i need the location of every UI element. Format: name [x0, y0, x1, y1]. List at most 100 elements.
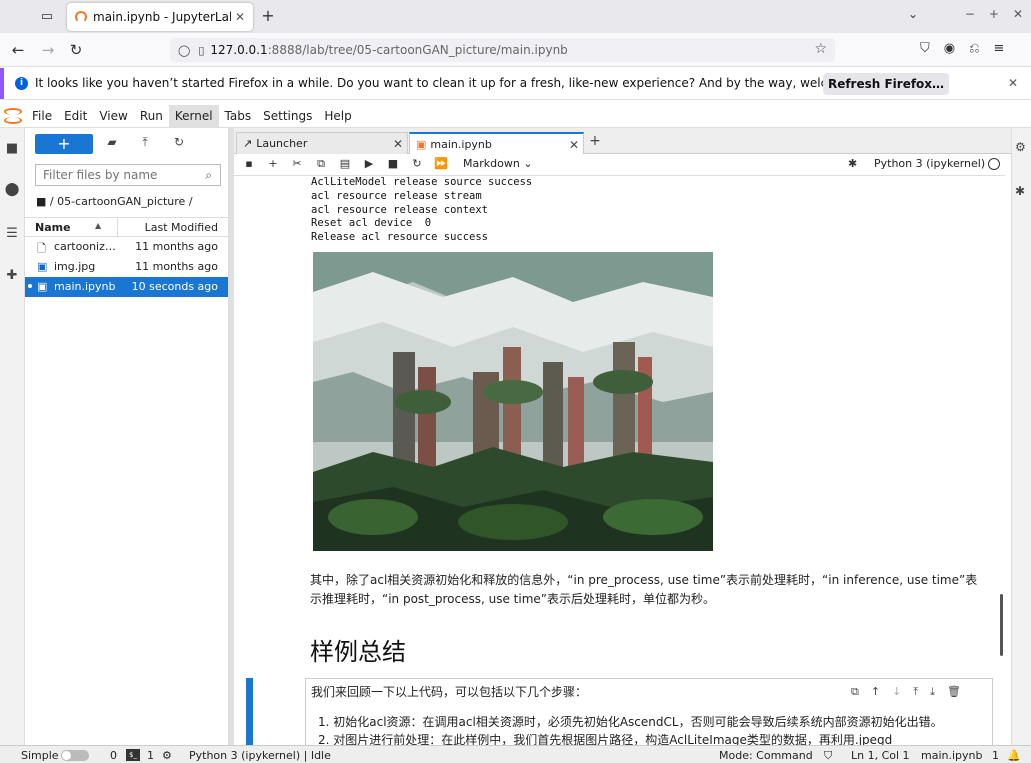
terminal-count: 0	[110, 749, 117, 762]
bookmark-star-icon[interactable]: ☆	[814, 41, 827, 57]
simple-mode-label: Simple	[21, 749, 59, 762]
account-icon[interactable]: ◉	[944, 41, 955, 56]
column-modified[interactable]: Last Modified	[145, 221, 218, 234]
forward-icon[interactable]: →	[38, 41, 58, 59]
sort-asc-icon[interactable]: ▲	[95, 221, 101, 230]
menu-view[interactable]: View	[93, 105, 133, 127]
shield-icon: ◯	[178, 43, 191, 57]
tab-notebook-label: main.ipynb	[430, 138, 492, 151]
cell-output-text: AclLiteModel release source success acl …	[311, 176, 533, 244]
bell-icon[interactable]: 🔔	[1007, 749, 1021, 762]
duplicate-icon[interactable]: ⧉	[851, 685, 859, 699]
file-row[interactable]: ▣ img.jpg 11 months ago	[25, 257, 228, 277]
tab-notebook[interactable]: ▣ main.ipynb ✕	[409, 132, 584, 155]
stop-icon[interactable]: ■	[386, 157, 400, 171]
back-icon[interactable]: ←	[8, 41, 28, 59]
refresh-firefox-button[interactable]: Refresh Firefox…	[823, 73, 949, 95]
column-name[interactable]: Name	[35, 221, 71, 234]
save-icon[interactable]: ▪	[242, 157, 256, 171]
running-icon[interactable]: ⬤	[4, 182, 20, 198]
add-tab-icon[interactable]: +	[586, 133, 604, 149]
notebook-icon: ▣	[37, 280, 48, 293]
window-controls: − + ✕	[965, 7, 1023, 21]
menu-help[interactable]: Help	[318, 105, 357, 127]
notebook-toolbar: ▪ + ✂ ⧉ ▤ ▶ ■ ↻ ⏩ Markdown ⌄ ✱ Python 3 …	[234, 154, 1005, 176]
insert-above-icon[interactable]: ⤒	[913, 685, 918, 699]
kernel-gear-icon[interactable]: ⚙	[162, 749, 172, 762]
paste-icon[interactable]: ▤	[338, 157, 352, 171]
close-window-icon[interactable]: ✕	[1013, 7, 1023, 21]
cursor-position[interactable]: Ln 1, Col 1	[851, 749, 910, 762]
file-name: cartooniz…	[54, 240, 116, 253]
copy-icon[interactable]: ⧉	[314, 157, 328, 171]
browser-tools: ⛉ ◉ ⎌ ≡	[920, 41, 1004, 56]
menu-edit[interactable]: Edit	[58, 105, 93, 127]
new-folder-icon[interactable]: ▰	[103, 135, 121, 153]
close-icon[interactable]: ✕	[231, 10, 249, 24]
info-icon: i	[15, 77, 28, 90]
kernel-status[interactable]: Python 3 (ipykernel) | Idle	[189, 749, 331, 762]
refresh-icon[interactable]: ↻	[170, 135, 188, 153]
notebook-scrollbar[interactable]	[1000, 594, 1003, 656]
insert-below-icon[interactable]: ⤓	[930, 685, 935, 699]
filter-input[interactable]	[43, 168, 193, 182]
run-icon[interactable]: ▶	[362, 157, 376, 171]
debugger-icon[interactable]: ✱	[1015, 184, 1025, 198]
move-up-icon[interactable]: ↑	[871, 685, 880, 699]
move-down-icon[interactable]: ↓	[892, 685, 901, 699]
browser-tab-active[interactable]: main.ipynb - JupyterLab ✕	[67, 3, 253, 31]
jupyter-logo-icon	[4, 108, 22, 124]
close-icon[interactable]: ✕	[565, 138, 583, 152]
cell-type-select[interactable]: Markdown ⌄	[463, 157, 533, 170]
file-row-selected[interactable]: ▣ main.ipynb 10 seconds ago	[25, 277, 228, 297]
menu-icon[interactable]: ≡	[994, 41, 1005, 56]
menu-kernel[interactable]: Kernel	[168, 105, 219, 127]
menu-tabs[interactable]: Tabs	[219, 105, 258, 127]
new-launcher-button[interactable]: +	[35, 134, 93, 154]
minimize-icon[interactable]: −	[965, 7, 975, 21]
close-icon[interactable]: ✕	[389, 137, 407, 151]
url-bar[interactable]: ◯ ▯ 127.0.0.1:8888/lab/tree/05-cartoonGA…	[170, 38, 835, 62]
folder-icon: ■	[36, 195, 47, 208]
chevron-down-icon: ⌄	[523, 157, 533, 170]
reload-icon[interactable]: ↻	[66, 41, 86, 59]
menu-run[interactable]: Run	[134, 105, 169, 127]
fast-forward-icon[interactable]: ⏩	[434, 157, 448, 171]
chevron-down-icon[interactable]: ⌄	[908, 7, 918, 21]
maximize-icon[interactable]: +	[989, 7, 999, 21]
restart-icon[interactable]: ↻	[410, 157, 424, 171]
insert-cell-icon[interactable]: +	[266, 157, 280, 171]
simple-mode-toggle[interactable]	[61, 750, 89, 761]
extensions-icon[interactable]: ⎌	[969, 41, 979, 56]
terminal-icon[interactable]: $_	[126, 749, 140, 761]
menu-settings[interactable]: Settings	[257, 105, 318, 127]
extension-icon[interactable]: ✚	[4, 268, 20, 284]
upload-icon[interactable]: ⤒	[136, 135, 154, 153]
toc-icon[interactable]: ☰	[4, 226, 20, 242]
page-icon: ▯	[198, 43, 205, 57]
active-cell-indicator[interactable]	[246, 678, 253, 745]
new-tab-icon[interactable]: +	[258, 6, 278, 26]
file-icon: 🗋	[37, 242, 46, 255]
tab-list-icon[interactable]: ▭	[36, 6, 58, 26]
browser-tabstrip: ▭ main.ipynb - JupyterLab ✕ + ⌄ − + ✕	[0, 0, 1031, 33]
breadcrumb[interactable]: ■ / 05-cartoonGAN_picture /	[36, 195, 193, 208]
left-activity-bar: ■ ⬤ ☰ ✚	[0, 128, 25, 745]
kernel-name[interactable]: Python 3 (ipykernel)	[874, 157, 985, 170]
active-markdown-cell[interactable]: 我们来回顾一下以上代码，可以包括以下几个步骤： ⧉ ↑ ↓ ⤒ ⤓ 🗑 1. 初…	[305, 678, 993, 745]
debugger-icon[interactable]: ✱	[848, 157, 857, 170]
column-divider	[117, 218, 118, 237]
file-modified: 11 months ago	[135, 240, 218, 253]
pocket-icon[interactable]: ⛉	[920, 41, 930, 56]
cut-icon[interactable]: ✂	[290, 157, 304, 171]
menu-file[interactable]: File	[26, 105, 58, 127]
tab-launcher[interactable]: ↗ Launcher ✕	[236, 132, 408, 154]
jupyter-favicon-icon	[75, 11, 87, 23]
close-icon[interactable]: ✕	[1008, 76, 1018, 90]
folder-icon[interactable]: ■	[4, 141, 20, 157]
file-row[interactable]: 🗋 cartooniz… 11 months ago	[25, 237, 228, 257]
url-text: 127.0.0.1:8888/lab/tree/05-cartoonGAN_pi…	[210, 43, 568, 57]
kernel-count: 1	[147, 749, 154, 762]
delete-icon[interactable]: 🗑	[947, 685, 961, 699]
property-inspector-icon[interactable]: ⚙	[1015, 140, 1026, 154]
